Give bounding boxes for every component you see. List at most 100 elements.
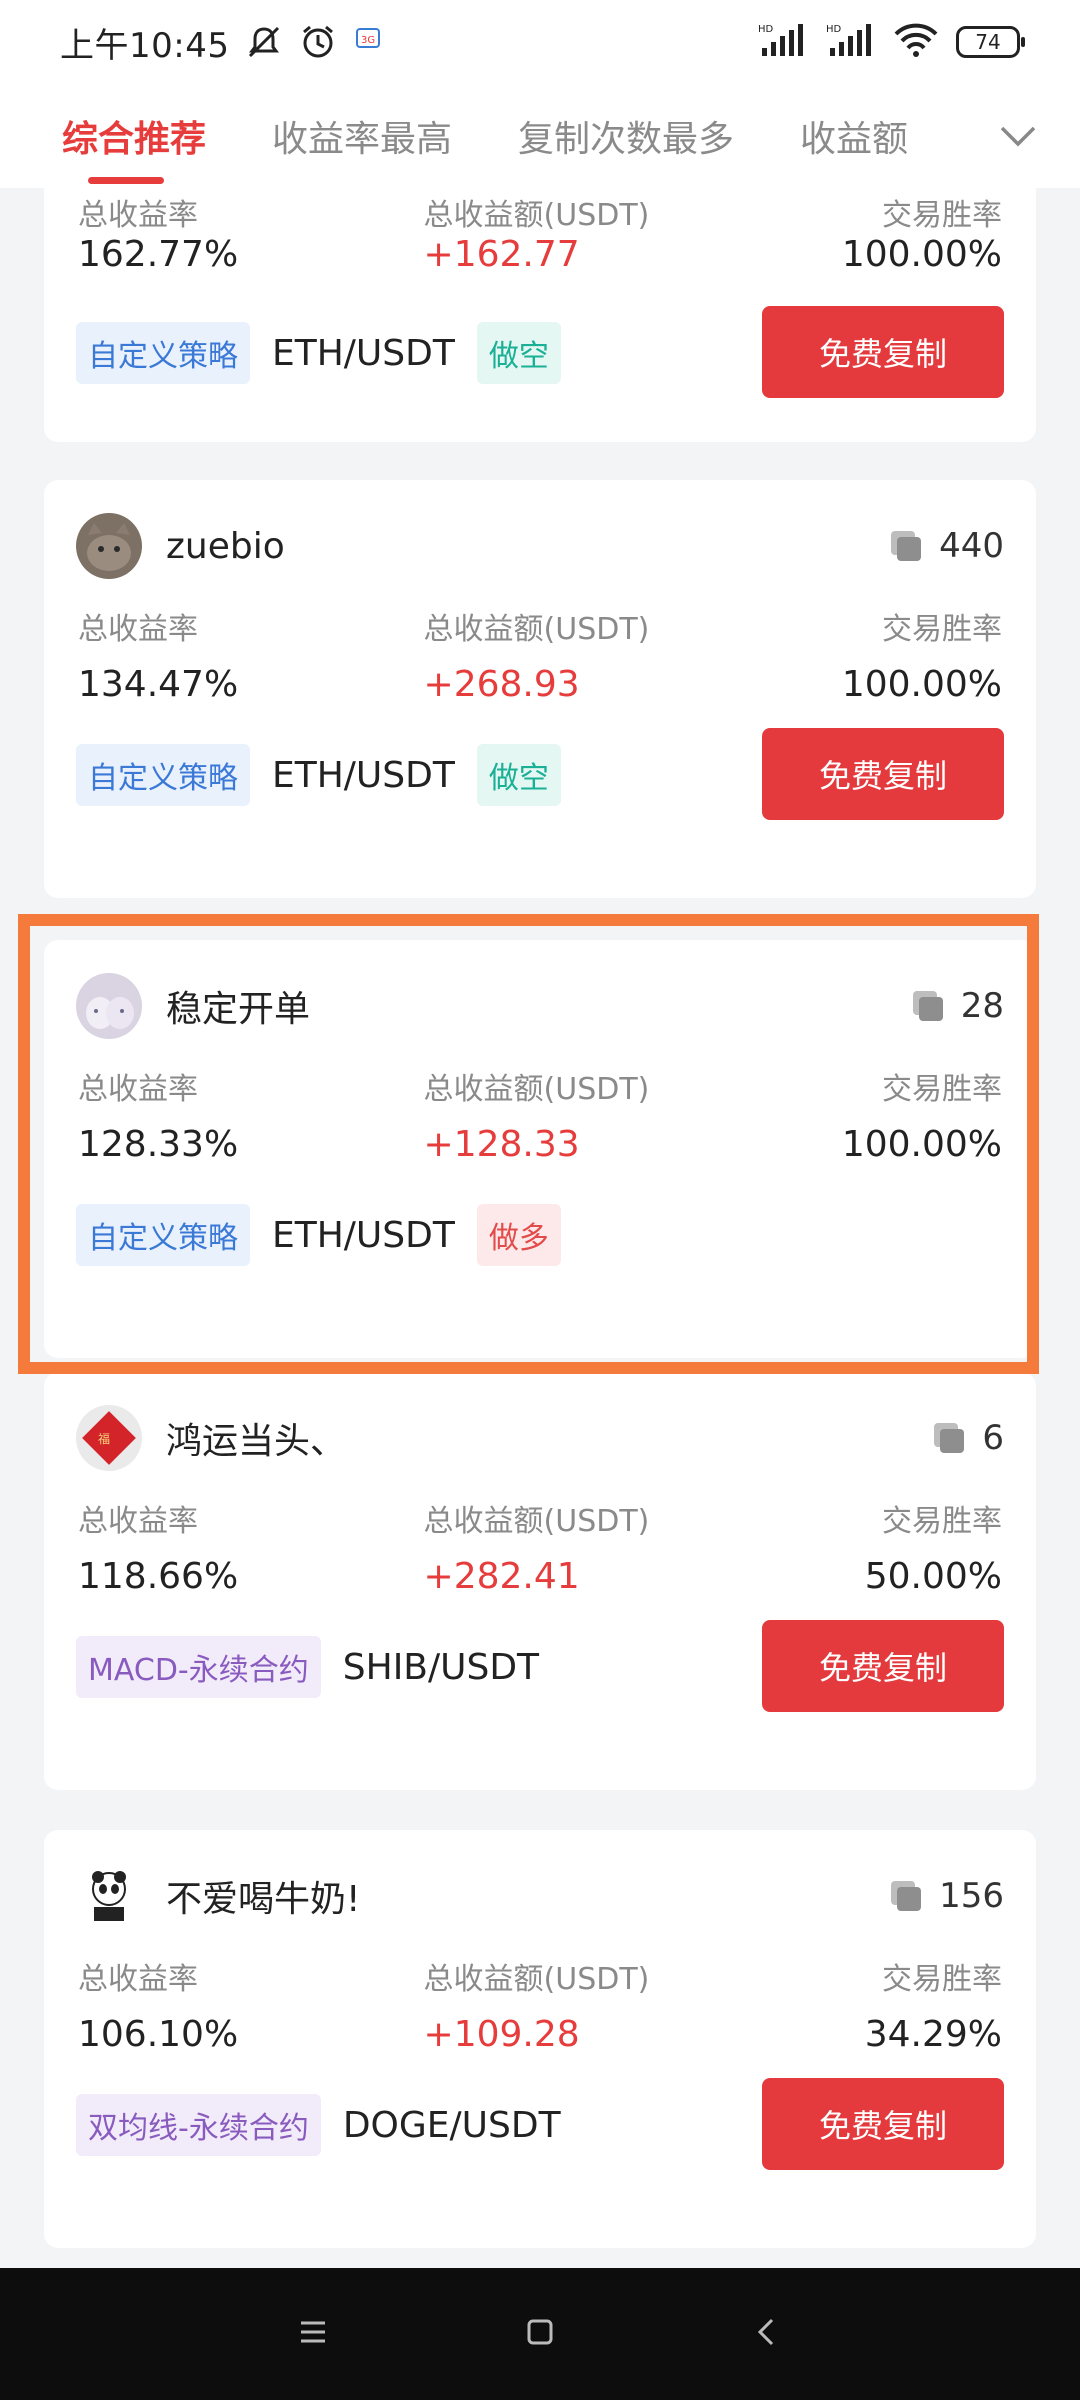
tab-most-copied[interactable]: 复制次数最多 (518, 110, 734, 162)
trader-header: 不爱喝牛奶! 156 (76, 1862, 1004, 1930)
tab-highest-yield[interactable]: 收益率最高 (272, 110, 452, 162)
stat-values-row: 118.66% +282.41 50.00% (78, 1556, 1002, 1597)
strategy-tag: 自定义策略 (76, 1204, 250, 1266)
trader-header: zuebio 440 (76, 512, 1004, 580)
strategy-tag: 自定义策略 (76, 322, 250, 384)
trader-card: 总收益率 总收益额(USDT) 交易胜率 162.77% +162.77 100… (44, 188, 1036, 442)
battery-icon: 74 (956, 26, 1025, 58)
strategy-tags: 双均线-永续合约 DOGE/USDT (76, 2094, 561, 2156)
total-profit-label: 总收益额(USDT) (423, 1962, 650, 1997)
strategy-tags: 自定义策略 ETH/USDT 做空 (76, 744, 561, 806)
copies-icon (891, 1881, 922, 1911)
stat-labels-row: 总收益率 总收益额(USDT) 交易胜率 (78, 1496, 1002, 1540)
yield-rate-label: 总收益率 (78, 198, 198, 233)
home-icon[interactable] (520, 2312, 560, 2356)
trader-name[interactable]: zuebio (166, 526, 285, 567)
total-profit-value: +128.33 (423, 1124, 580, 1165)
total-profit-value: +109.28 (423, 2014, 580, 2055)
chevron-down-icon[interactable] (992, 110, 1044, 162)
copy-count: 440 (887, 526, 1004, 566)
trader-card[interactable]: zuebio 440 总收益率 总收益额(USDT) 交易胜率 134.47% … (44, 480, 1036, 898)
strategy-tag: 双均线-永续合约 (76, 2094, 321, 2156)
trader-list[interactable]: 总收益率 总收益额(USDT) 交易胜率 162.77% +162.77 100… (0, 188, 1080, 2268)
trader-card[interactable]: 稳定开单 28 总收益率 总收益额(USDT) 交易胜率 128.33% +12… (44, 940, 1036, 1358)
copy-count-value: 6 (982, 1418, 1004, 1458)
hd-signal-icon-2: HD (826, 22, 876, 62)
trading-pair: DOGE/USDT (342, 2104, 561, 2146)
win-rate-label: 交易胜率 (882, 1072, 1002, 1107)
stat-values-row: 128.33% +128.33 100.00% (78, 1124, 1002, 1165)
copies-icon (934, 1423, 965, 1453)
trader-card[interactable]: 不爱喝牛奶! 156 总收益率 总收益额(USDT) 交易胜率 106.10% … (44, 1830, 1036, 2248)
system-nav-bar (0, 2268, 1080, 2400)
strategy-tag: 自定义策略 (76, 744, 250, 806)
strategy-tags: 自定义策略 ETH/USDT 做空 (76, 322, 561, 384)
win-rate-value: 100.00% (841, 234, 1002, 275)
tab-profit-amount[interactable]: 收益额 (800, 110, 918, 162)
avatar[interactable] (76, 513, 142, 579)
stat-values-row: 134.47% +268.93 100.00% (78, 664, 1002, 705)
trader-name[interactable]: 鸿运当头、 (166, 1412, 346, 1464)
yield-rate-value: 106.10% (78, 2014, 239, 2055)
stat-labels-row: 总收益率 总收益额(USDT) 交易胜率 (78, 190, 1002, 234)
stat-labels-row: 总收益率 总收益额(USDT) 交易胜率 (78, 1064, 1002, 1108)
total-profit-label: 总收益额(USDT) (423, 198, 650, 233)
free-copy-button[interactable]: 免费复制 (762, 2078, 1004, 2170)
win-rate-value: 34.29% (864, 2014, 1002, 2055)
tab-recommended[interactable]: 综合推荐 (62, 110, 206, 184)
svg-text:福: 福 (98, 1431, 110, 1446)
svg-text:HD: HD (826, 24, 842, 35)
menu-icon[interactable] (293, 2312, 333, 2356)
copy-count-value: 156 (939, 1876, 1004, 1916)
total-profit-value: +282.41 (423, 1556, 580, 1597)
status-time: 上午10:45 (60, 25, 230, 66)
win-rate-label: 交易胜率 (882, 612, 1002, 647)
copy-count: 156 (887, 1876, 1004, 1916)
avatar[interactable] (76, 1863, 142, 1929)
svg-text:HD: HD (758, 24, 774, 35)
copy-count-value: 440 (939, 526, 1004, 566)
copy-count: 28 (909, 986, 1004, 1026)
app-notification-icon: 3G (353, 23, 391, 61)
win-rate-value: 50.00% (864, 1556, 1002, 1597)
copy-count: 6 (930, 1418, 1004, 1458)
trading-pair: ETH/USDT (272, 754, 455, 796)
strategy-tags: 自定义策略 ETH/USDT 做多 (76, 1204, 561, 1266)
total-profit-label: 总收益额(USDT) (423, 1072, 650, 1107)
stat-values-row: 106.10% +109.28 34.29% (78, 2014, 1002, 2055)
back-icon[interactable] (747, 2312, 787, 2356)
trader-card[interactable]: 福 鸿运当头、 6 总收益率 总收益额(USDT) 交易胜率 118.66% +… (44, 1372, 1036, 1790)
win-rate-label: 交易胜率 (882, 1962, 1002, 1997)
total-profit-value: +268.93 (423, 664, 580, 705)
copies-icon (891, 531, 922, 561)
copies-icon (912, 991, 943, 1021)
yield-rate-value: 128.33% (78, 1124, 239, 1165)
total-profit-label: 总收益额(USDT) (423, 612, 650, 647)
trader-header: 福 鸿运当头、 6 (76, 1404, 1004, 1472)
copy-count-value: 28 (960, 986, 1004, 1026)
free-copy-button[interactable]: 免费复制 (762, 306, 1004, 398)
win-rate-value: 100.00% (841, 664, 1002, 705)
free-copy-button[interactable]: 免费复制 (762, 728, 1004, 820)
yield-rate-label: 总收益率 (78, 612, 198, 647)
trader-name[interactable]: 稳定开单 (166, 980, 310, 1032)
direction-tag: 做空 (476, 744, 561, 806)
avatar[interactable]: 福 (76, 1405, 142, 1471)
hd-signal-icon: HD (758, 22, 808, 62)
trading-pair: ETH/USDT (272, 1214, 455, 1256)
yield-rate-label: 总收益率 (78, 1962, 198, 1997)
direction-tag: 做多 (476, 1204, 561, 1266)
yield-rate-label: 总收益率 (78, 1072, 198, 1107)
stat-labels-row: 总收益率 总收益额(USDT) 交易胜率 (78, 604, 1002, 648)
yield-rate-value: 162.77% (78, 234, 239, 275)
stat-labels-row: 总收益率 总收益额(USDT) 交易胜率 (78, 1954, 1002, 1998)
total-profit-value: +162.77 (423, 234, 580, 275)
total-profit-label: 总收益额(USDT) (423, 1504, 650, 1539)
win-rate-value: 100.00% (841, 1124, 1002, 1165)
win-rate-label: 交易胜率 (882, 1504, 1002, 1539)
trader-header: 稳定开单 28 (76, 972, 1004, 1040)
free-copy-button[interactable]: 免费复制 (762, 1620, 1004, 1712)
status-bar: 上午10:45 3G HD HD 74 (0, 0, 1080, 84)
avatar[interactable] (76, 973, 142, 1039)
trader-name[interactable]: 不爱喝牛奶! (166, 1870, 360, 1922)
